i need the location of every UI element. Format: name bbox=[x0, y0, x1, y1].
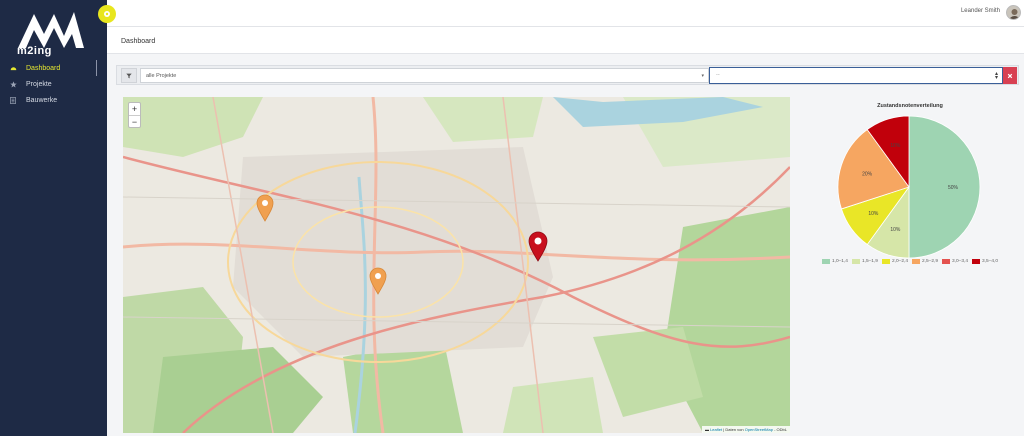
project-marker-east[interactable] bbox=[528, 231, 548, 262]
top-header: Leander Smith bbox=[107, 0, 1024, 27]
osm-link[interactable]: OpenStreetMap bbox=[745, 427, 773, 432]
legend-label: 1,0–1,4 bbox=[831, 259, 848, 264]
structure-select[interactable]: -- ▴ ▾ bbox=[709, 67, 1003, 84]
legend-swatch bbox=[942, 259, 951, 264]
zoom-control: + − bbox=[128, 102, 141, 128]
legend-label: 1,5–1,9 bbox=[861, 259, 878, 264]
legend-swatch bbox=[972, 259, 981, 264]
pie-slice-label: 50% bbox=[948, 185, 959, 191]
clear-filter-button[interactable] bbox=[1003, 67, 1017, 84]
close-icon bbox=[1007, 73, 1013, 78]
project-map[interactable]: + − ▬ Leaflet | Daten von OpenStreetMap … bbox=[123, 97, 790, 433]
page-title: Dashboard bbox=[121, 38, 156, 45]
gear-icon bbox=[104, 11, 110, 17]
filter-icon bbox=[126, 73, 132, 78]
pie-slice-label: 10% bbox=[890, 143, 901, 149]
chevron-down-icon: ▾ bbox=[701, 73, 704, 79]
pie-slice-label: 20% bbox=[862, 171, 873, 177]
page-header: Dashboard bbox=[107, 27, 1024, 54]
project-marker-west[interactable] bbox=[256, 194, 274, 222]
filter-bar: alle Projekte ▾ -- ▴ ▾ bbox=[116, 65, 1019, 85]
attribution-license: - ODbL bbox=[774, 427, 787, 432]
map-attribution: ▬ Leaflet | Daten von OpenStreetMap - OD… bbox=[701, 426, 790, 433]
settings-badge-button[interactable] bbox=[98, 5, 116, 23]
legend-swatch bbox=[821, 259, 830, 264]
sidebar-item-label: Projekte bbox=[26, 80, 52, 88]
map-tiles[interactable] bbox=[123, 97, 790, 433]
legend-swatch bbox=[912, 259, 920, 264]
attribution-text: | Daten von bbox=[723, 427, 744, 432]
pie-slice[interactable] bbox=[908, 115, 981, 259]
legend-swatch bbox=[851, 259, 860, 264]
chart-title: Zustandsnotenverteilung bbox=[877, 103, 943, 109]
pie-chart: 50% 10% 10% 20% 10% bbox=[837, 115, 981, 259]
legend-item[interactable]: 1,0–1,4 bbox=[821, 259, 848, 264]
legend-item[interactable]: 3,0–3,4 bbox=[942, 259, 968, 264]
sidebar-item-label: Dashboard bbox=[26, 64, 61, 72]
sidebar-item-label: Bauwerke bbox=[26, 96, 58, 104]
pie-slice-label: 10% bbox=[890, 227, 901, 233]
project-select[interactable]: alle Projekte ▾ bbox=[140, 68, 709, 83]
legend-label: 2,5–2,9 bbox=[922, 259, 939, 264]
condition-chart: Zustandsnotenverteilung 50% 10% 10% 20% 10% … bbox=[820, 97, 1000, 277]
user-name[interactable]: Leander Smith bbox=[961, 8, 1000, 14]
legend-item[interactable]: 3,5–4,0 bbox=[972, 259, 998, 264]
structure-select-value: -- bbox=[716, 72, 720, 78]
legend-item[interactable]: 2,5–2,9 bbox=[912, 259, 938, 264]
chart-legend: 1,0–1,4 1,5–1,9 2,0–2,4 2,5–2,9 3,0–3,4 3,5–4… bbox=[820, 259, 1000, 264]
legend-label: 2,0–2,4 bbox=[891, 259, 908, 264]
document-icon bbox=[5, 96, 21, 104]
zoom-in-button[interactable]: + bbox=[129, 103, 140, 115]
zoom-out-button[interactable]: − bbox=[129, 115, 140, 127]
updown-arrows-icon: ▴ ▾ bbox=[994, 71, 998, 81]
flag-icon: ▬ bbox=[704, 427, 709, 432]
avatar[interactable] bbox=[1006, 5, 1021, 20]
project-marker-south[interactable] bbox=[369, 267, 387, 295]
filter-button[interactable] bbox=[121, 68, 137, 83]
leaflet-link[interactable]: Leaflet bbox=[710, 427, 722, 432]
star-icon bbox=[5, 80, 21, 88]
sidebar-nav: Dashboard Projekte Bauwerke bbox=[0, 60, 107, 108]
sidebar-item-projekte[interactable]: Projekte bbox=[0, 76, 107, 92]
project-select-value: alle Projekte bbox=[146, 73, 177, 79]
sidebar-item-dashboard[interactable]: Dashboard bbox=[0, 60, 107, 76]
legend-label: 3,5–4,0 bbox=[982, 259, 999, 264]
legend-item[interactable]: 2,0–2,4 bbox=[881, 259, 908, 264]
legend-item[interactable]: 1,5–1,9 bbox=[851, 259, 878, 264]
dashboard-icon bbox=[5, 65, 21, 71]
brand-name: m2ing bbox=[17, 45, 52, 57]
legend-label: 3,0–3,4 bbox=[952, 259, 969, 264]
sidebar-item-bauwerke[interactable]: Bauwerke bbox=[0, 92, 107, 108]
pie-slice-label: 10% bbox=[868, 211, 879, 217]
legend-swatch bbox=[881, 259, 890, 264]
sidebar: m2ing Dashboard Projekte Bauwerke bbox=[0, 0, 107, 436]
